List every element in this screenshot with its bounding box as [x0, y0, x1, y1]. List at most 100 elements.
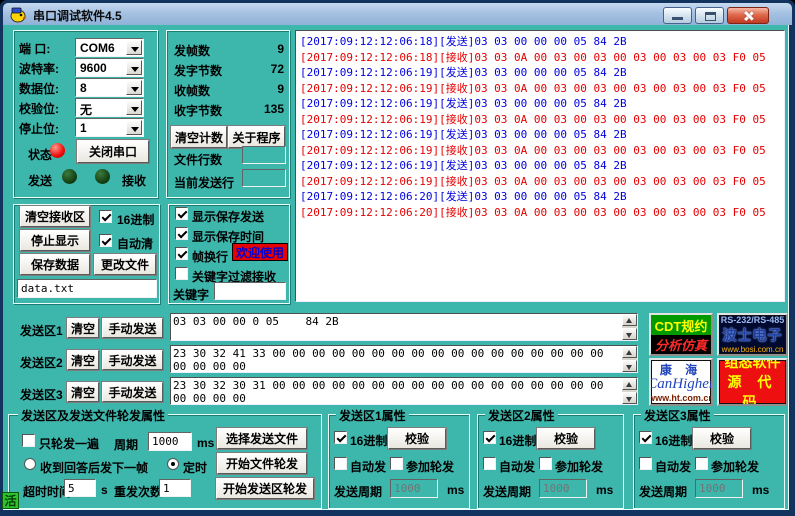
ad-cdt-banner[interactable]: CDT规约 分析仿真 — [649, 313, 713, 356]
chevron-down-icon[interactable] — [126, 120, 142, 135]
ad-bosi-banner[interactable]: RS-232/RS-485 波士电子 www.bosi.com.cn — [717, 313, 788, 356]
log-line: [2017:09:12:12:06:20][接收]03 03 0A 00 03 … — [300, 205, 766, 219]
send-area3-textbox[interactable]: 23 30 32 30 31 00 00 00 00 00 00 00 00 0… — [170, 377, 638, 405]
area3-verify-button[interactable]: 校验 — [693, 428, 751, 449]
baud-select[interactable]: 9600 — [75, 58, 144, 77]
send-area2-textbox[interactable]: 23 30 32 41 33 00 00 00 00 00 00 00 00 0… — [170, 345, 638, 373]
area3-auto-checkbox[interactable] — [639, 457, 652, 470]
close-button[interactable] — [727, 7, 769, 24]
send-area3-manual-button[interactable]: 手动发送 — [102, 382, 163, 402]
clear-receive-button[interactable]: 清空接收区 — [20, 206, 90, 227]
area2-auto-checkbox[interactable] — [483, 457, 496, 470]
send-area1-clear-button[interactable]: 清空 — [67, 318, 99, 338]
send-led-label: 发送 — [28, 174, 53, 188]
reply-mode-label: 收到回答后发下一帧 — [40, 461, 149, 475]
cycle-once-checkbox[interactable] — [22, 434, 35, 447]
ime-indicator-icon[interactable]: 活 — [2, 492, 19, 509]
frame-wrap-label: 帧换行 — [192, 250, 229, 264]
area2-props-title: 发送区2属性 — [485, 407, 558, 424]
port-select[interactable]: COM6 — [75, 38, 144, 57]
show-save-send-checkbox[interactable] — [175, 207, 188, 220]
start-area-cycle-button[interactable]: 开始发送区轮发 — [216, 478, 314, 499]
chevron-down-icon[interactable] — [126, 100, 142, 115]
scroll-down-icon[interactable] — [622, 328, 637, 340]
ad-canhigher-banner[interactable]: 康 海 CanHigher www.ht.com.cn — [649, 358, 713, 406]
scroll-down-icon[interactable] — [622, 392, 637, 404]
log-line: [2017:09:12:12:06:18][接收]03 03 0A 00 03 … — [300, 50, 766, 64]
chevron-down-icon[interactable] — [126, 40, 142, 55]
area2-join-checkbox[interactable] — [539, 457, 552, 470]
timer-mode-radio[interactable] — [167, 458, 179, 470]
stop-display-button[interactable]: 停止显示 — [20, 230, 90, 251]
resend-input[interactable]: 1 — [159, 479, 191, 497]
frame-wrap-checkbox[interactable] — [175, 247, 188, 260]
tx-bytes-value: 72 — [270, 62, 284, 76]
scroll-up-icon[interactable] — [622, 346, 637, 358]
area1-verify-button[interactable]: 校验 — [388, 428, 446, 449]
send-area1-scrollbar[interactable] — [622, 314, 637, 340]
area3-period-unit: ms — [752, 483, 770, 497]
hex-display-checkbox[interactable] — [99, 210, 112, 223]
parity-value: 无 — [80, 103, 93, 117]
area1-hex-checkbox[interactable] — [334, 431, 347, 444]
change-file-button[interactable]: 更改文件 — [94, 254, 156, 275]
send-area2-clear-button[interactable]: 清空 — [67, 350, 99, 370]
baud-value: 9600 — [80, 61, 107, 75]
minimize-icon — [672, 17, 683, 20]
tx-frames-label: 发帧数 — [174, 44, 211, 58]
keyword-filter-checkbox[interactable] — [175, 267, 188, 280]
log-line: [2017:09:12:12:06:19][发送]03 03 00 00 00 … — [300, 97, 627, 110]
area1-join-checkbox[interactable] — [390, 457, 403, 470]
scroll-up-icon[interactable] — [622, 378, 637, 390]
send-area1-textbox[interactable]: 03 03 00 00 0 05 84 2B — [170, 313, 638, 341]
maximize-button[interactable] — [695, 7, 724, 24]
area3-hex-label: 16进制 — [655, 434, 693, 448]
ad-scada-banner[interactable]: 组态软件 源 代 码 — [717, 358, 788, 406]
databits-label: 数据位: — [19, 82, 59, 96]
send-area2-scrollbar[interactable] — [622, 346, 637, 372]
save-data-button[interactable]: 保存数据 — [20, 254, 90, 275]
title-bar[interactable]: 串口调试软件4.5 — [3, 3, 792, 25]
area1-auto-label: 自动发 — [350, 460, 387, 474]
timeout-input[interactable]: 5 — [64, 479, 96, 497]
app-window: 串口调试软件4.5 端 口: COM6 波特率: 9600 数据位: 8 校验位… — [0, 0, 795, 516]
keyword-input[interactable] — [214, 282, 286, 300]
stopbits-select[interactable]: 1 — [75, 118, 144, 137]
send-area3-scrollbar[interactable] — [622, 378, 637, 404]
clear-counters-button[interactable]: 清空计数 — [171, 126, 227, 148]
scroll-down-icon[interactable] — [622, 360, 637, 372]
area2-period-unit: ms — [596, 483, 614, 497]
chevron-down-icon[interactable] — [126, 80, 142, 95]
auto-clear-checkbox[interactable] — [99, 234, 112, 247]
send-area3-clear-button[interactable]: 清空 — [67, 382, 99, 402]
receive-log[interactable]: [2017:09:12:12:06:18][发送]03 03 00 00 00 … — [295, 30, 785, 302]
chevron-down-icon[interactable] — [126, 60, 142, 75]
area2-verify-button[interactable]: 校验 — [537, 428, 595, 449]
period-input[interactable]: 1000 — [148, 432, 192, 451]
welcome-badge: 欢迎使用 — [232, 243, 288, 261]
parity-select[interactable]: 无 — [75, 98, 144, 117]
show-save-time-checkbox[interactable] — [175, 227, 188, 240]
send-area1-label: 发送区1 — [20, 324, 63, 338]
start-file-cycle-button[interactable]: 开始文件轮发 — [217, 453, 307, 474]
send-area3-content[interactable]: 23 30 32 30 31 00 00 00 00 00 00 00 00 0… — [173, 379, 620, 403]
hex-display-label: 16进制 — [117, 213, 155, 227]
send-area1-content[interactable]: 03 03 00 00 0 05 84 2B — [173, 315, 620, 339]
close-port-button[interactable]: 关闭串口 — [77, 140, 149, 163]
area1-auto-checkbox[interactable] — [334, 457, 347, 470]
scroll-up-icon[interactable] — [622, 314, 637, 326]
select-send-file-button[interactable]: 选择发送文件 — [217, 428, 307, 449]
area3-hex-checkbox[interactable] — [639, 431, 652, 444]
send-area2-manual-button[interactable]: 手动发送 — [102, 350, 163, 370]
area2-hex-checkbox[interactable] — [483, 431, 496, 444]
save-filename-input[interactable]: data.txt — [17, 279, 157, 298]
send-area1-manual-button[interactable]: 手动发送 — [102, 318, 163, 338]
log-line: [2017:09:12:12:06:19][接收]03 03 0A 00 03 … — [300, 143, 766, 157]
reply-mode-radio[interactable] — [24, 458, 36, 470]
send-area2-content[interactable]: 23 30 32 41 33 00 00 00 00 00 00 00 00 0… — [173, 347, 620, 371]
about-button[interactable]: 关于程序 — [228, 126, 285, 148]
status-led — [50, 143, 65, 158]
databits-select[interactable]: 8 — [75, 78, 144, 97]
area3-join-checkbox[interactable] — [695, 457, 708, 470]
minimize-button[interactable] — [663, 7, 692, 24]
